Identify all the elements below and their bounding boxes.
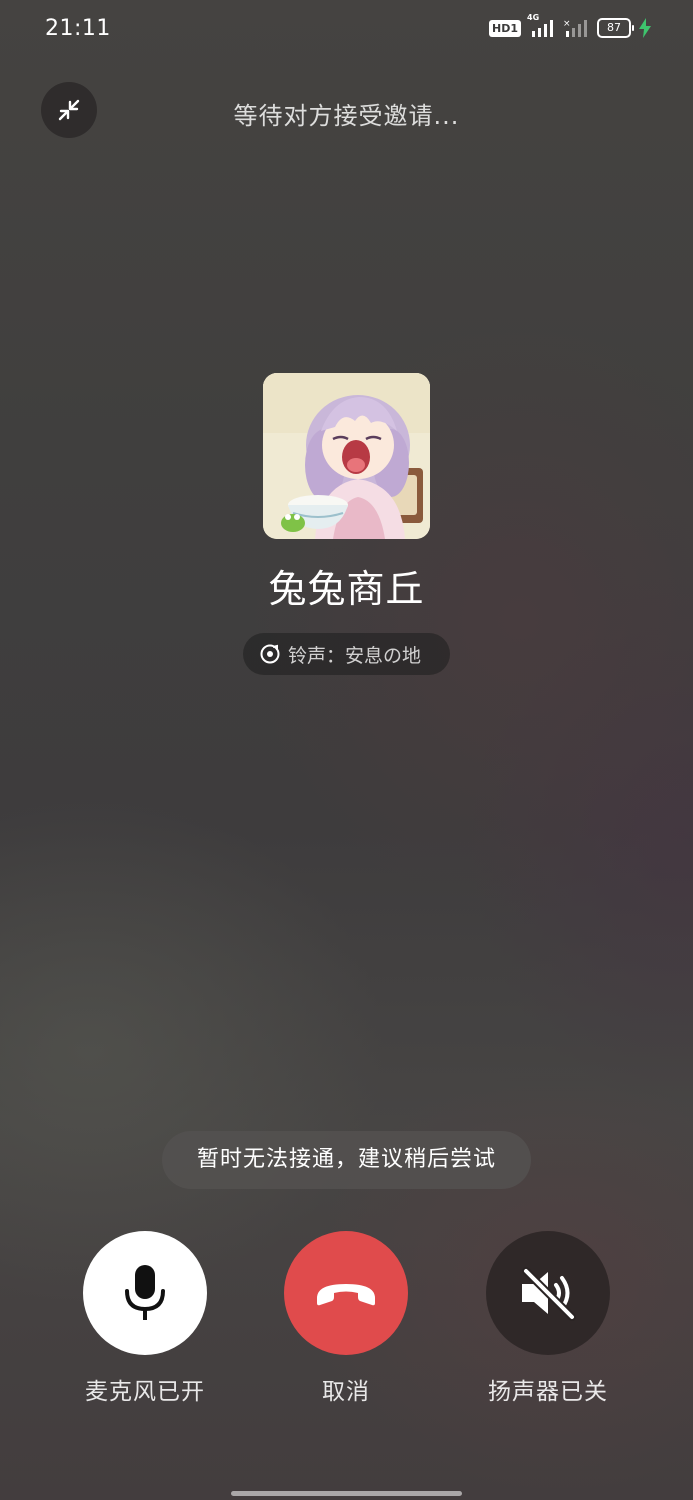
- contact-avatar: [263, 373, 430, 539]
- contact-name: 兔兔商丘: [268, 567, 425, 611]
- home-indicator[interactable]: [231, 1491, 462, 1496]
- anime-girl-avatar: [263, 373, 430, 539]
- hang-up-icon: [317, 1284, 375, 1306]
- hd-voice-badge: HD1: [489, 19, 521, 37]
- ringtone-badge[interactable]: 铃声：安息の地: [243, 633, 450, 675]
- signal-no-service-icon: ×: [563, 19, 587, 37]
- status-icons: HD1 4G × 87: [489, 13, 651, 38]
- call-status-text: 等待对方接受邀请...: [233, 102, 460, 130]
- music-disc-icon: [260, 644, 280, 664]
- battery-indicator: 87: [597, 18, 634, 38]
- status-time: 21:11: [45, 16, 111, 41]
- cancel-call-button[interactable]: [284, 1231, 408, 1355]
- signal-4g-icon: 4G: [527, 13, 555, 38]
- network-type-label: 4G: [527, 13, 540, 22]
- microphone-button[interactable]: [83, 1231, 207, 1355]
- speaker-label: 扬声器已关: [488, 1379, 608, 1405]
- toast-message: 暂时无法接通，建议稍后尝试: [162, 1131, 531, 1189]
- speaker-button[interactable]: [486, 1231, 610, 1355]
- charging-bolt-icon: [639, 18, 651, 38]
- microphone-label: 麦克风已开: [85, 1379, 205, 1405]
- microphone-icon: [125, 1265, 165, 1320]
- ringtone-text: 铃声：安息の地: [288, 644, 422, 667]
- speaker-muted-icon: [522, 1267, 576, 1321]
- cancel-label: 取消: [322, 1379, 370, 1405]
- status-bar: 21:11 HD1 4G × 87: [0, 0, 693, 62]
- svg-text:×: ×: [563, 19, 571, 29]
